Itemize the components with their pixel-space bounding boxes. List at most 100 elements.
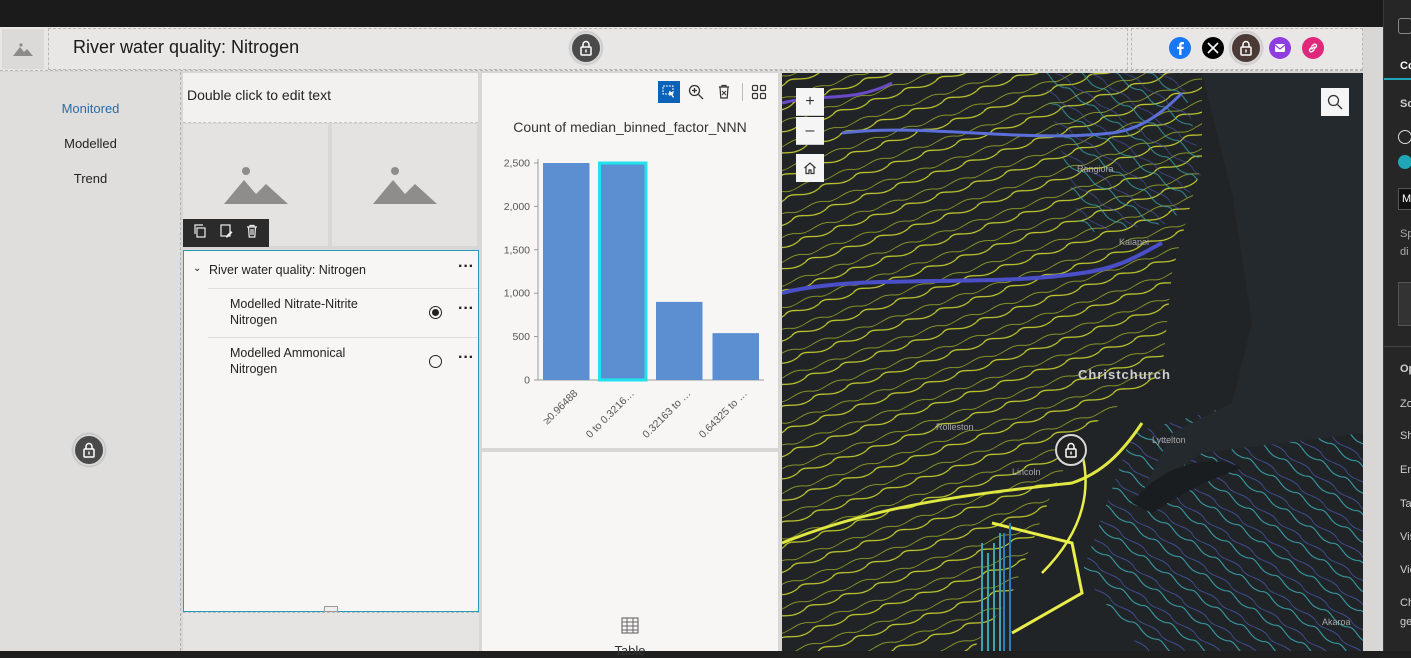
home-icon bbox=[804, 162, 816, 175]
panel-description: di bbox=[1400, 246, 1409, 258]
panel-option[interactable]: Sh bbox=[1400, 430, 1411, 442]
panel-option[interactable]: Ta bbox=[1400, 498, 1411, 510]
delete-icon[interactable] bbox=[245, 224, 259, 243]
y-tick-label: 500 bbox=[512, 331, 530, 343]
layer-radio-selected[interactable] bbox=[429, 306, 442, 319]
zoom-out-button[interactable]: – bbox=[796, 117, 824, 145]
panel-section-title: Sc bbox=[1400, 98, 1411, 110]
tab-indicator bbox=[1384, 78, 1411, 80]
chart-bar[interactable] bbox=[598, 161, 648, 382]
panel-radio[interactable] bbox=[1398, 130, 1411, 144]
map-label: Rangiora bbox=[1077, 164, 1114, 174]
widget-toolbar bbox=[183, 219, 269, 247]
duplicate-icon[interactable] bbox=[193, 223, 207, 243]
layer-label-line1: Modelled Ammonical bbox=[230, 346, 346, 360]
panel-icon[interactable] bbox=[1398, 18, 1411, 34]
panel-input-value[interactable]: M bbox=[1402, 193, 1411, 205]
y-tick-label: 2,500 bbox=[504, 158, 530, 170]
map-search-button[interactable] bbox=[1321, 88, 1349, 116]
image-placeholder-icon bbox=[372, 167, 437, 204]
more-options-icon[interactable]: ··· bbox=[458, 258, 474, 276]
zoom-in-button[interactable]: + bbox=[796, 88, 824, 116]
section-navigation: Monitored Modelled Trend bbox=[0, 72, 181, 651]
divider bbox=[208, 337, 478, 338]
x-tick-label: ≥0.96488 bbox=[541, 388, 581, 428]
grid-view-icon[interactable] bbox=[751, 84, 767, 105]
toolbar-divider bbox=[742, 83, 743, 101]
panel-section-title: Op bbox=[1400, 363, 1411, 375]
table-icon bbox=[621, 617, 639, 639]
text-widget-content[interactable]: Double click to edit text bbox=[187, 87, 331, 103]
chevron-down-icon[interactable]: ⌄ bbox=[193, 263, 201, 274]
panel-tab[interactable]: Co bbox=[1400, 60, 1411, 72]
layer-radio[interactable] bbox=[429, 355, 442, 368]
nav-lock-icon[interactable] bbox=[73, 434, 105, 466]
layer-group[interactable]: ⌄ River water quality: Nitrogen ··· bbox=[184, 258, 478, 282]
nav-item-modelled[interactable]: Modelled bbox=[0, 136, 181, 151]
x-tick-label: 0 to 0.3216… bbox=[584, 388, 637, 441]
image-placeholder-icon bbox=[223, 167, 288, 204]
y-tick-label: 2,000 bbox=[504, 201, 530, 213]
panel-option[interactable]: Zo bbox=[1400, 398, 1411, 410]
settings-panel: Co Sc M Sp di Op Zo Sh En Ta Vis Vie Ch … bbox=[1383, 0, 1411, 651]
layer-group-title: River water quality: Nitrogen bbox=[209, 263, 367, 277]
table-widget[interactable]: Table bbox=[482, 452, 778, 658]
layer-list-widget: ⌄ River water quality: Nitrogen ··· Mode… bbox=[183, 250, 479, 612]
x-icon[interactable] bbox=[1202, 37, 1224, 59]
map-label: Lyttelton bbox=[1152, 435, 1186, 445]
panel-option[interactable]: ge bbox=[1400, 616, 1411, 628]
image-widget-2[interactable] bbox=[332, 124, 477, 246]
text-widget[interactable]: Double click to edit text bbox=[183, 73, 478, 123]
layer-item[interactable]: Modelled Nitrate-Nitrite Nitrogen ··· bbox=[184, 296, 478, 332]
x-tick-label: 0.32163 to … bbox=[640, 388, 693, 441]
more-options-icon[interactable]: ··· bbox=[458, 349, 474, 367]
chart-widget: Count of median_binned_factor_NNN 2,500 2… bbox=[482, 73, 778, 448]
select-tool-icon[interactable] bbox=[658, 81, 680, 103]
map-canvas[interactable] bbox=[782, 73, 1363, 651]
layer-item[interactable]: Modelled Ammonical Nitrogen ··· bbox=[184, 345, 478, 381]
layer-label-line2: Nitrogen bbox=[230, 313, 278, 327]
y-tick-label: 1,000 bbox=[504, 288, 530, 300]
lock-icon[interactable] bbox=[570, 32, 602, 64]
empty-block bbox=[183, 612, 479, 651]
map-label: Rolleston bbox=[936, 422, 974, 432]
divider bbox=[208, 288, 478, 289]
email-icon[interactable] bbox=[1269, 37, 1291, 59]
chart-title: Count of median_binned_factor_NNN bbox=[513, 119, 747, 135]
panel-option[interactable]: Vie bbox=[1400, 564, 1411, 576]
nav-item-trend[interactable]: Trend bbox=[0, 171, 181, 186]
x-tick-label: 0.64325 to … bbox=[697, 388, 750, 441]
edit-settings-icon[interactable] bbox=[219, 223, 233, 243]
panel-option[interactable]: En bbox=[1400, 464, 1411, 476]
image-placeholder-icon bbox=[13, 43, 33, 56]
layer-label-line2: Nitrogen bbox=[230, 362, 278, 376]
link-icon[interactable] bbox=[1302, 37, 1324, 59]
share-lock-icon[interactable] bbox=[1230, 32, 1262, 64]
nav-item-monitored[interactable]: Monitored bbox=[0, 101, 181, 116]
zoom-tool-icon[interactable] bbox=[688, 84, 704, 105]
panel-radio-selected[interactable] bbox=[1398, 155, 1411, 169]
chart-bar[interactable] bbox=[543, 163, 590, 380]
more-options-icon[interactable]: ··· bbox=[458, 300, 474, 318]
bar-chart: 2,500 2,000 1,500 1,000 500 0 ≥0.96488 0 to 0.3… bbox=[504, 158, 764, 441]
clear-selection-icon[interactable] bbox=[716, 84, 732, 105]
map-label: Christchurch bbox=[1078, 367, 1171, 382]
map-label: Lincoln bbox=[1012, 467, 1041, 477]
app-top-bar bbox=[0, 0, 1383, 27]
panel-description: Sp bbox=[1400, 228, 1411, 240]
panel-input[interactable]: M bbox=[1398, 188, 1411, 210]
logo-placeholder[interactable] bbox=[2, 29, 44, 69]
layer-label-line1: Modelled Nitrate-Nitrite bbox=[230, 297, 358, 311]
panel-card[interactable] bbox=[1398, 282, 1411, 326]
map-label: Kaiapoi bbox=[1119, 237, 1150, 247]
facebook-icon[interactable] bbox=[1169, 37, 1191, 59]
panel-option[interactable]: Ch bbox=[1400, 597, 1411, 609]
home-button[interactable] bbox=[796, 154, 824, 182]
panel-option[interactable]: Vis bbox=[1400, 531, 1411, 543]
map-widget[interactable]: + – Rangiora Kaiapoi Christchurch Rolles… bbox=[782, 73, 1363, 651]
map-lock-icon[interactable] bbox=[1055, 434, 1087, 466]
chart-bar[interactable] bbox=[656, 301, 703, 380]
page-title[interactable]: River water quality: Nitrogen bbox=[73, 37, 299, 58]
chart-bar[interactable] bbox=[712, 333, 760, 380]
y-tick-label: 1,500 bbox=[504, 244, 530, 256]
